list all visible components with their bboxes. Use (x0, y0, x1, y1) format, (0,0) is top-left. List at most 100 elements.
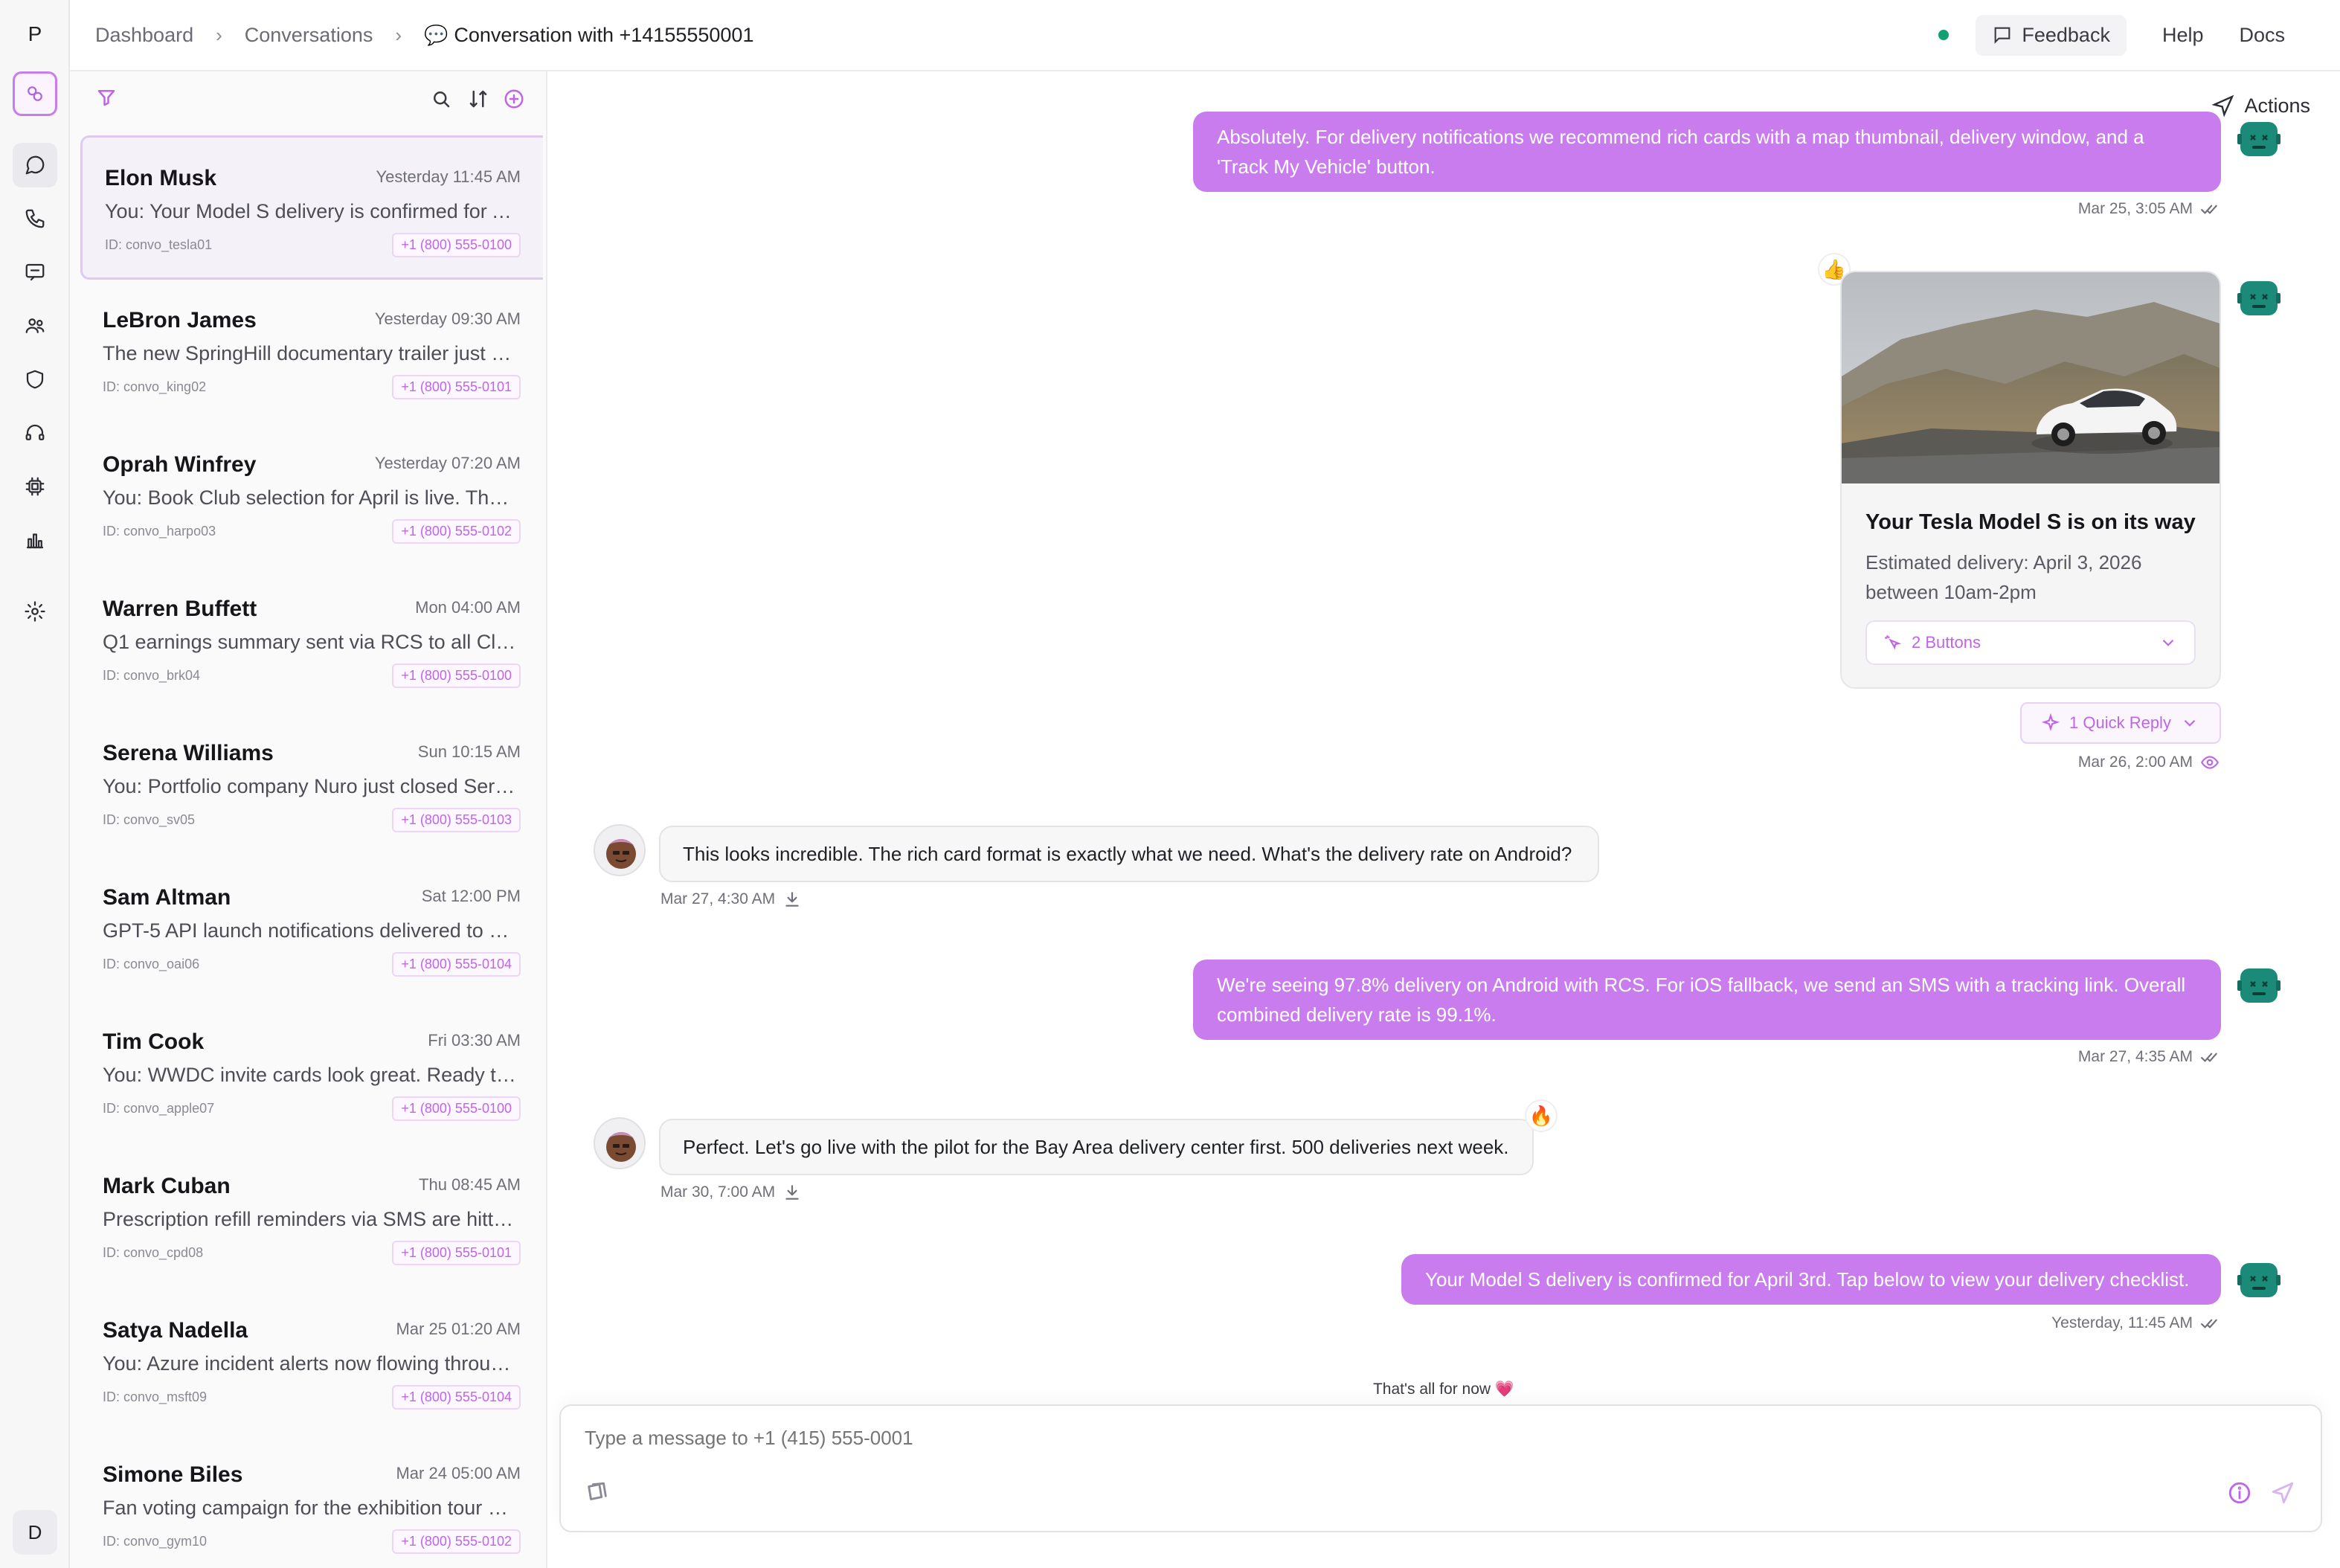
breadcrumb: Dashboard › Conversations › 💬 Conversati… (95, 0, 753, 70)
double-check-icon (2201, 205, 2217, 214)
conversation-preview: The new SpringHill documentary trailer j… (103, 342, 518, 364)
nav-support[interactable] (13, 411, 57, 455)
rich-card-buttons-dropdown[interactable]: 2 Buttons (1865, 620, 2196, 665)
rich-card-buttons-label: 2 Buttons (1912, 633, 1981, 652)
reaction-fire[interactable]: 🔥 (1525, 1099, 1558, 1132)
conversation-list-item[interactable]: Elon Musk Yesterday 11:45 AM You: Your Mod… (80, 135, 543, 280)
message-time: Mar 26, 2:00 AM (2077, 754, 2193, 771)
conversation-list-item[interactable]: LeBron James Yesterday 09:30 AM The new Sp… (80, 280, 543, 424)
conversation-phone-badge: +1 (800) 555-0104 (392, 952, 521, 977)
sort-icon[interactable] (467, 88, 489, 110)
bot-avatar (2236, 1257, 2282, 1303)
conversation-list-item[interactable]: Oprah Winfrey Yesterday 07:20 AM You: Book… (80, 424, 543, 568)
breadcrumb-dashboard[interactable]: Dashboard (95, 24, 193, 47)
quick-reply-label: 1 Quick Reply (2069, 713, 2171, 732)
app-switcher-button[interactable] (13, 71, 57, 116)
message-square-icon (25, 263, 45, 281)
rich-card-image (1842, 272, 2220, 483)
nav-analytics[interactable] (13, 518, 57, 562)
cpu-icon (25, 477, 45, 496)
message-input[interactable] (585, 1427, 1923, 1450)
rich-card[interactable]: Your Tesla Model S is on its way Estimat… (1840, 271, 2221, 689)
contact-avatar-image (605, 1132, 637, 1162)
robot-face-icon (2237, 1263, 2280, 1297)
actions-button[interactable]: Actions (2211, 94, 2310, 118)
conversation-preview: GPT-5 API launch notifications delivered… (103, 919, 518, 942)
conversation-phone-badge: +1 (800) 555-0103 (392, 808, 521, 832)
download-icon[interactable] (782, 890, 802, 909)
conversation-list-item[interactable]: Sam Altman Sat 12:00 PM GPT-5 API launch n… (80, 857, 543, 1001)
conversation-list-item[interactable]: Mark Cuban Thu 08:45 AM Prescription refil… (80, 1146, 543, 1290)
message-meta: Mar 27, 4:30 AM (660, 890, 802, 909)
conversation-phone-badge: +1 (800) 555-0102 (392, 1529, 521, 1554)
conversation-name: Elon Musk (105, 166, 217, 190)
gear-icon (25, 601, 45, 622)
bot-avatar (2236, 963, 2282, 1009)
send-icon[interactable] (2270, 1480, 2295, 1506)
filter-icon[interactable] (95, 86, 118, 109)
feedback-button[interactable]: Feedback (1976, 14, 2127, 56)
conversation-preview: Prescription refill reminders via SMS ar… (103, 1208, 518, 1230)
nav-settings[interactable] (13, 589, 57, 634)
icon-rail: P D (0, 0, 70, 1568)
conversation-phone-badge: +1 (800) 555-0100 (392, 233, 521, 257)
conversation-list-item[interactable]: Tim Cook Fri 03:30 AM You: WWDC invite car… (80, 1001, 543, 1146)
conversation-time: Mar 24 05:00 AM (396, 1464, 521, 1482)
robot-face-icon (2237, 968, 2280, 1003)
conversation-id: ID: convo_king02 (103, 379, 207, 394)
link-icon (28, 86, 42, 101)
nav-integrations[interactable] (13, 464, 57, 509)
message-time: Mar 27, 4:30 AM (660, 890, 776, 907)
message-meta: Yesterday, 11:45 AM (2051, 1314, 2220, 1333)
conversation-time: Mon 04:00 AM (415, 598, 521, 617)
chevron-down-icon (2184, 719, 2196, 727)
help-link[interactable]: Help (2162, 24, 2204, 47)
conversation-list-panel: Elon Musk Yesterday 11:45 AM You: Your Mod… (70, 71, 547, 1568)
conversation-id: ID: convo_gym10 (103, 1534, 208, 1549)
double-check-icon (2201, 1319, 2217, 1328)
feedback-label: Feedback (2022, 23, 2110, 46)
users-icon (25, 318, 45, 333)
breadcrumb-current-label: Conversation with +14155550001 (454, 23, 754, 46)
robot-face-icon (2237, 281, 2280, 315)
message-time: Mar 25, 3:05 AM (2077, 200, 2193, 217)
download-icon[interactable] (782, 1183, 802, 1202)
conversation-id: ID: convo_brk04 (103, 668, 201, 683)
conversation-preview: You: WWDC invite cards look great. Ready… (103, 1064, 518, 1086)
conversation-id: ID: convo_harpo03 (103, 524, 216, 539)
conversation-list-item[interactable]: Warren Buffett Mon 04:00 AM Q1 earnings su… (80, 568, 543, 713)
workspace-logo[interactable]: P (0, 13, 70, 55)
user-avatar[interactable]: D (13, 1510, 57, 1555)
nav-contacts[interactable] (13, 303, 57, 348)
nav-security[interactable] (13, 357, 57, 402)
search-icon[interactable] (430, 88, 452, 110)
conversation-time: Yesterday 11:45 AM (376, 167, 521, 186)
info-icon[interactable] (2227, 1480, 2252, 1506)
conversation-phone-badge: +1 (800) 555-0101 (392, 1241, 521, 1265)
bot-avatar (2236, 275, 2282, 321)
template-icon[interactable] (585, 1480, 610, 1506)
contact-avatar (594, 1117, 646, 1169)
shield-icon (26, 370, 44, 389)
quick-reply-dropdown[interactable]: 1 Quick Reply (2020, 702, 2221, 744)
conversation-preview: You: Your Model S delivery is confirmed … (105, 200, 520, 222)
conversation-preview: Fan voting campaign for the exhibition t… (103, 1497, 518, 1519)
conversation-list-item[interactable]: Serena Williams Sun 10:15 AM You: Portfoli… (80, 713, 543, 857)
bot-avatar (2236, 116, 2282, 162)
conversation-time: Sun 10:15 AM (417, 742, 521, 761)
chevron-right-icon: › (216, 23, 222, 46)
chevron-right-icon: › (395, 23, 402, 46)
conversation-list-item[interactable]: Satya Nadella Mar 25 01:20 AM You: Azure i… (80, 1290, 543, 1434)
rich-card-description: Estimated delivery: April 3, 2026 betwee… (1865, 551, 2142, 603)
conversation-list-item[interactable]: Simone Biles Mar 24 05:00 AM Fan voting ca… (80, 1434, 543, 1568)
add-conversation-icon[interactable] (503, 88, 525, 110)
contact-avatar-image (605, 839, 637, 869)
conversation-name: Warren Buffett (103, 597, 257, 621)
conversation-id: ID: convo_sv05 (103, 812, 196, 827)
breadcrumb-conversations[interactable]: Conversations (245, 24, 373, 47)
nav-calls[interactable] (13, 196, 57, 241)
conversation-name: Sam Altman (103, 885, 231, 910)
docs-link[interactable]: Docs (2239, 24, 2285, 47)
nav-conversations[interactable] (13, 143, 57, 187)
nav-messages[interactable] (13, 250, 57, 295)
